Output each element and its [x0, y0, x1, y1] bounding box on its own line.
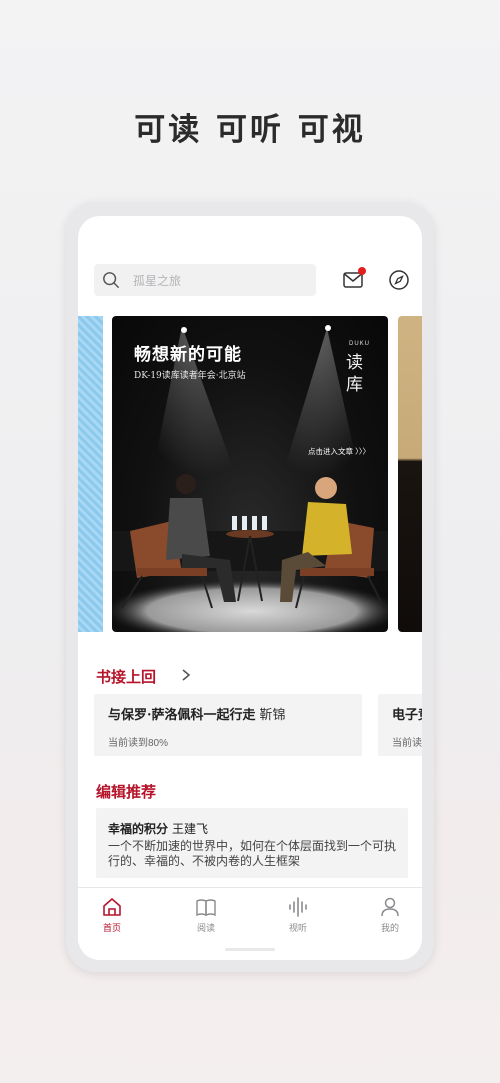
- continue-card[interactable]: 电子竞 当前读: [378, 694, 422, 756]
- home-icon: [103, 898, 121, 916]
- search-bar[interactable]: 孤星之旅: [94, 264, 316, 296]
- tab-audio-video[interactable]: 视听: [278, 896, 318, 934]
- continue-card[interactable]: 与保罗·萨洛佩科一起行走 靳锦 当前读到80%: [94, 694, 362, 756]
- compass-icon[interactable]: [388, 269, 410, 291]
- tab-label: 首页: [102, 923, 121, 933]
- tab-read[interactable]: 阅读: [186, 896, 226, 934]
- carousel-card-prev[interactable]: [78, 316, 103, 632]
- article-title: 幸福的积分: [108, 822, 169, 836]
- banner-cta[interactable]: 点击进入文章 〉〉〉: [308, 446, 370, 457]
- phone-frame: 孤星之旅 畅想新的可能 DK-19读库读者年会·北京站 DUKU 读库 点击进入…: [66, 202, 434, 972]
- carousel-card-next[interactable]: [398, 316, 422, 632]
- carousel-card-main[interactable]: 畅想新的可能 DK-19读库读者年会·北京站 DUKU 读库 点击进入文章 〉〉…: [112, 316, 388, 632]
- reading-progress: 当前读: [392, 738, 422, 749]
- search-icon: [103, 272, 119, 288]
- book-icon: [196, 899, 216, 917]
- tab-home[interactable]: 首页: [92, 896, 132, 934]
- tab-profile[interactable]: 我的: [370, 896, 410, 934]
- tagline: 可读 可听 可视: [134, 112, 366, 148]
- book-title: 电子竞: [392, 708, 422, 723]
- audio-wave-icon: [289, 897, 307, 917]
- app-screen: 孤星之旅 畅想新的可能 DK-19读库读者年会·北京站 DUKU 读库 点击进入…: [78, 216, 422, 960]
- tab-label: 我的: [380, 923, 399, 933]
- recommend-title: 幸福的积分 王建飞: [108, 820, 208, 837]
- recommend-description: 一个不断加速的世界中，如何在个体层面找到一个可执行的、幸福的、不被内卷的人生框架: [108, 839, 397, 868]
- continue-card-title: 电子竞: [392, 704, 422, 723]
- user-icon: [381, 897, 399, 917]
- banner-subtitle: DK-19读库读者年会·北京站: [134, 371, 246, 381]
- continue-section-title[interactable]: 书接上回: [96, 666, 156, 687]
- banner-brand-cn: 读库: [346, 353, 363, 395]
- search-placeholder: 孤星之旅: [133, 273, 182, 288]
- recommend-card[interactable]: 幸福的积分 王建飞 一个不断加速的世界中，如何在个体层面找到一个可执行的、幸福的、…: [96, 808, 408, 878]
- book-author: 靳锦: [259, 707, 286, 722]
- home-indicator: [225, 948, 275, 951]
- reading-progress: 当前读到80%: [108, 738, 169, 749]
- tab-label: 视听: [288, 923, 307, 933]
- banner-brand-en: DUKU: [349, 341, 371, 347]
- book-title: 与保罗·萨洛佩科一起行走: [108, 708, 256, 723]
- chevron-right-icon[interactable]: [180, 668, 192, 682]
- article-author: 王建飞: [172, 822, 209, 836]
- continue-card-title: 与保罗·萨洛佩科一起行走 靳锦: [108, 704, 286, 723]
- bottom-tab-bar: 首页 阅读 视听 我的: [78, 887, 422, 960]
- notification-badge: [358, 267, 366, 275]
- banner-title: 畅想新的可能: [134, 345, 242, 365]
- recommend-section-title: 编辑推荐: [96, 783, 157, 801]
- tab-label: 阅读: [196, 923, 215, 933]
